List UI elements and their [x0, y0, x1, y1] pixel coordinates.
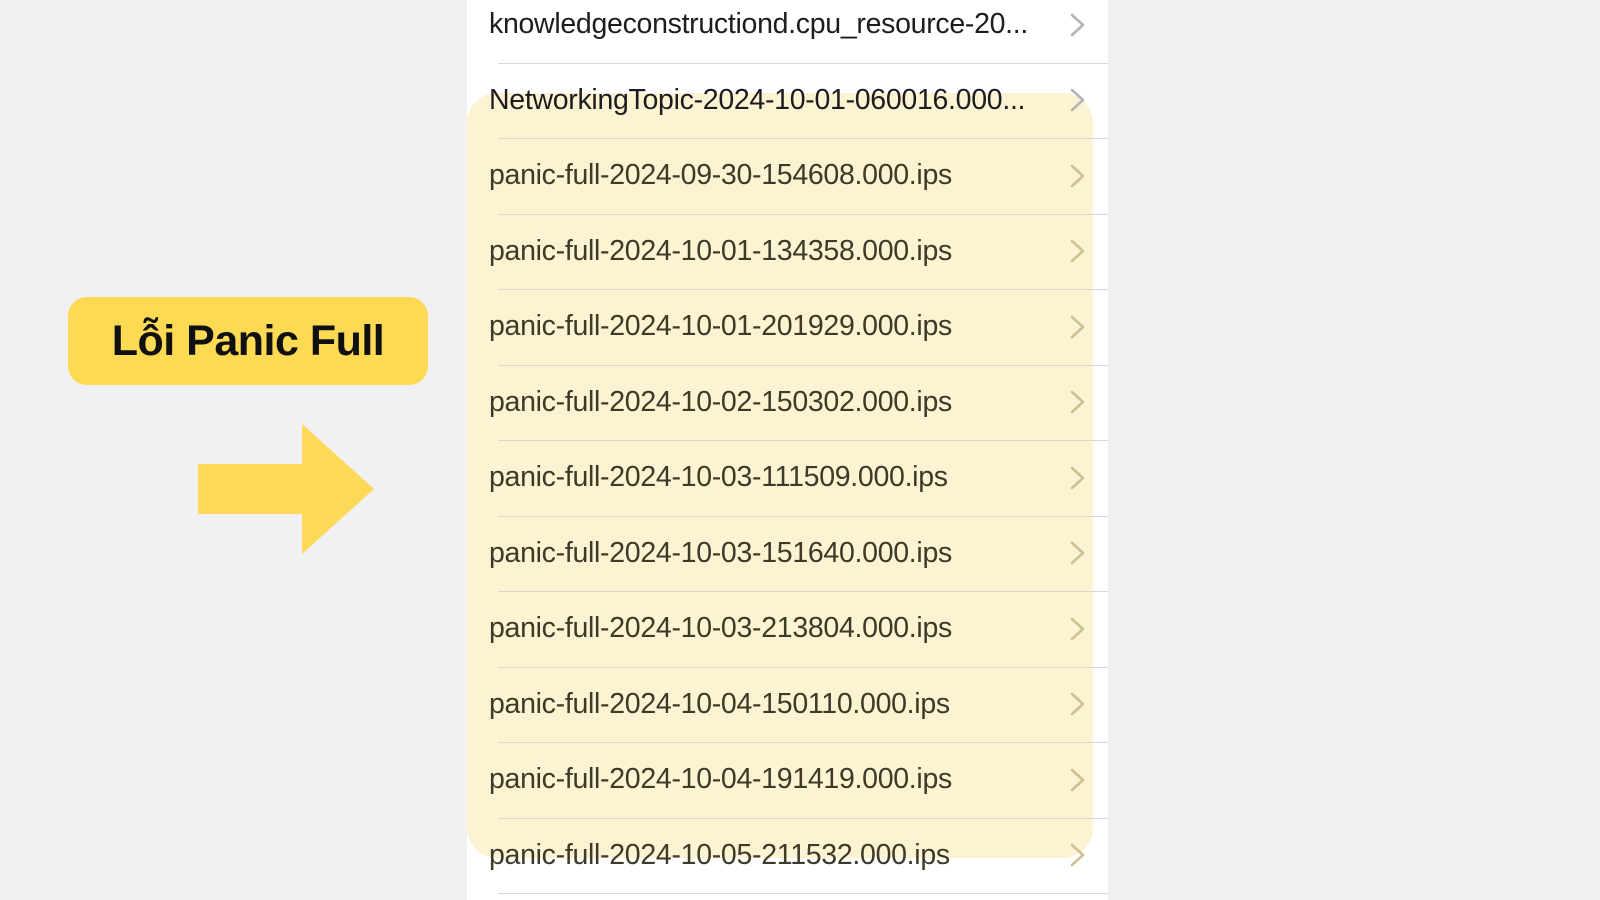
chevron-right-icon[interactable]	[1064, 763, 1090, 797]
chevron-right-icon[interactable]	[1064, 234, 1090, 268]
file-name-label: panic-full-2024-10-05-211532.000.ips	[489, 838, 950, 871]
file-list-item[interactable]: panic-full-2024-10-03-213804.000.ips	[467, 591, 1108, 667]
file-list-item[interactable]: knowledgeconstructiond.cpu_resource-20..…	[467, 0, 1108, 63]
file-list-item[interactable]: NetworkingTopic-2024-10-01-060016.000...	[467, 62, 1108, 139]
annotation-layer: Lỗi Panic Full	[0, 0, 467, 900]
file-list-item[interactable]: panic-full-2024-10-03-151640.000.ips	[467, 515, 1108, 592]
file-name-label: panic-full-2024-10-01-134358.000.ips	[489, 234, 952, 267]
chevron-right-icon[interactable]	[1064, 838, 1090, 872]
file-list-item[interactable]: panic-full-2024-10-05-211532.000.ips	[467, 817, 1108, 894]
chevron-right-icon[interactable]	[1064, 461, 1090, 495]
chevron-right-icon[interactable]	[1064, 536, 1090, 570]
file-name-label: panic-full-2024-10-04-191419.000.ips	[489, 763, 952, 796]
file-name-label: panic-full-2024-10-03-151640.000.ips	[489, 536, 952, 569]
file-name-label: panic-full-2024-10-03-111509.000.ips	[489, 461, 948, 494]
chevron-right-icon[interactable]	[1064, 159, 1090, 193]
chevron-right-icon[interactable]	[1064, 612, 1090, 646]
callout-badge-label: Lỗi Panic Full	[111, 316, 385, 365]
file-name-label: panic-full-2024-09-30-154608.000.ips	[489, 159, 952, 192]
file-list-item[interactable]: panic-full-2024-10-02-150302.000.ips	[467, 364, 1108, 441]
file-list-panel[interactable]: knowledgeconstructiond.cpu_resource-20..…	[467, 0, 1108, 900]
file-name-label: knowledgeconstructiond.cpu_resource-20..…	[489, 8, 1029, 41]
file-list-item[interactable]: panic-full-2024-10-04-191419.000.ips	[467, 742, 1108, 818]
file-list-item[interactable]: panic-full-2024-10-03-111509.000.ips	[467, 440, 1108, 516]
arrow-right-icon	[198, 424, 374, 554]
file-name-label: panic-full-2024-10-02-150302.000.ips	[489, 385, 952, 418]
file-name-label: panic-full-2024-10-04-150110.000.ips	[489, 687, 950, 720]
chevron-right-icon[interactable]	[1064, 83, 1090, 117]
file-list-item[interactable]: panic-full-2024-10-04-150110.000.ips	[467, 666, 1108, 743]
chevron-right-icon[interactable]	[1064, 310, 1090, 344]
file-name-label: NetworkingTopic-2024-10-01-060016.000...	[489, 83, 1026, 116]
file-list-item[interactable]: panic-full-2024-09-30-154608.000.ips	[467, 138, 1108, 214]
file-list-item[interactable]	[467, 893, 1108, 900]
file-name-label: panic-full-2024-10-03-213804.000.ips	[489, 612, 952, 645]
file-list-item[interactable]: panic-full-2024-10-01-201929.000.ips	[467, 289, 1108, 365]
chevron-right-icon[interactable]	[1064, 385, 1090, 419]
chevron-right-icon[interactable]	[1064, 687, 1090, 721]
file-list[interactable]: knowledgeconstructiond.cpu_resource-20..…	[467, 0, 1108, 900]
chevron-right-icon[interactable]	[1064, 8, 1090, 42]
file-list-item[interactable]: panic-full-2024-10-01-134358.000.ips	[467, 213, 1108, 290]
callout-badge: Lỗi Panic Full	[68, 297, 428, 385]
file-name-label: panic-full-2024-10-01-201929.000.ips	[489, 310, 952, 343]
